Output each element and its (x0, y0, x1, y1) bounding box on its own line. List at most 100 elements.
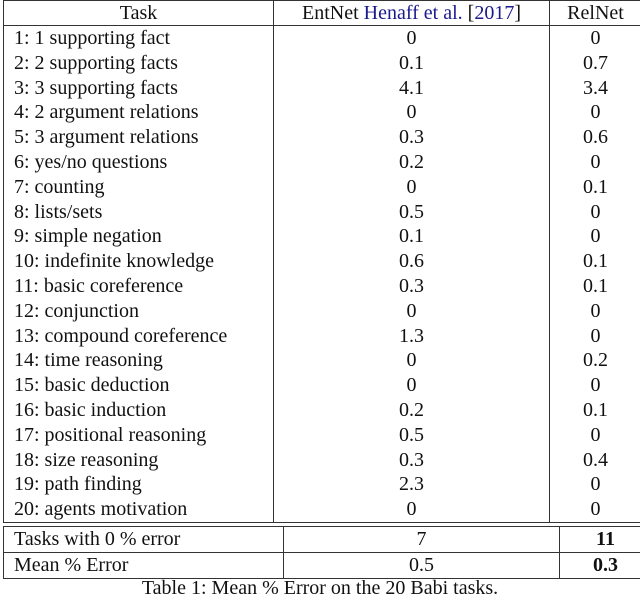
relnet-error: 0.6 (549, 125, 640, 150)
task-name: 20: agents motivation (14, 498, 188, 521)
task-name: 7: counting (14, 175, 105, 198)
task-name: 16: basic induction (14, 398, 167, 421)
entnet-error: 2.3 (273, 472, 550, 498)
results-table: Task EntNet Henaff et al. [2017] RelNet … (3, 0, 640, 579)
table-row: 15: basic deduction 0 0 (4, 373, 640, 398)
entnet-error: 0.2 (273, 397, 550, 423)
relnet-error: 0 (549, 199, 640, 225)
relnet-error: 0.7 (549, 50, 640, 76)
header-entnet-label: EntNet (301, 2, 364, 24)
table-row: 13: compound coreference 1.3 0 (4, 323, 640, 349)
relnet-error: 0 (549, 298, 640, 324)
relnet-error: 0.1 (549, 249, 640, 274)
table-row: 9: simple negation 0.1 0 (4, 224, 640, 250)
table-row: 6: yes/no questions 0.2 0 (4, 149, 640, 175)
entnet-error: 0.6 (273, 249, 550, 274)
header-relnet: RelNet (549, 0, 640, 26)
summary-label: Tasks with 0 % error (14, 527, 181, 550)
relnet-error: 0 (549, 323, 640, 349)
summary-table: Tasks with 0 % error 7 11 Mean % Error 0… (3, 525, 640, 579)
table-row: 8: lists/sets 0.5 0 (4, 199, 640, 225)
relnet-error: 0.1 (549, 397, 640, 423)
entnet-error: 0.1 (273, 50, 550, 76)
relnet-error: 0.3 (559, 551, 640, 579)
summary-row: Mean % Error 0.5 0.3 (3, 551, 640, 579)
relnet-error: 3.4 (549, 75, 640, 101)
task-name: 6: yes/no questions (14, 150, 168, 173)
relnet-error: 0.2 (549, 348, 640, 374)
table-row: 1: 1 supporting fact 0 0 (4, 25, 640, 51)
table-row: 18: size reasoning 0.3 0.4 (4, 447, 640, 473)
relnet-error: 0 (549, 497, 640, 523)
entnet-error: 0 (273, 373, 550, 398)
entnet-error: 0 (273, 497, 550, 523)
task-name: 3: 3 supporting facts (14, 76, 178, 99)
entnet-error: 0 (273, 25, 550, 51)
citation-bracket-open: [ (462, 2, 475, 24)
task-rows: 1: 1 supporting fact 0 0 2: 2 supporting… (4, 25, 640, 523)
task-name: 19: path finding (14, 473, 142, 496)
table-row: 5: 3 argument relations 0.3 0.6 (4, 125, 640, 150)
entnet-error: 0.3 (273, 125, 550, 150)
entnet-error: 7 (283, 526, 560, 553)
table-row: 12: conjunction 0 0 (4, 298, 640, 324)
task-name: 11: basic coreference (14, 274, 184, 297)
entnet-error: 0 (273, 348, 550, 374)
task-name: 18: size reasoning (14, 448, 159, 471)
summary-label: Mean % Error (3, 551, 284, 579)
relnet-error: 0 (549, 373, 640, 398)
entnet-error: 0.3 (273, 273, 550, 299)
table-row: 16: basic induction 0.2 0.1 (4, 397, 640, 423)
task-name: 10: indefinite knowledge (14, 250, 214, 273)
table-row: 11: basic coreference 0.3 0.1 (4, 273, 640, 299)
task-name: 2: 2 supporting facts (14, 51, 178, 74)
header-task: Task (3, 0, 274, 26)
entnet-error: 0.5 (273, 422, 550, 448)
task-name: 13: compound coreference (14, 324, 228, 347)
task-name: 8: lists/sets (14, 200, 103, 223)
task-name: 9: simple negation (14, 225, 162, 248)
entnet-error: 4.1 (273, 75, 550, 101)
table-row: 10: indefinite knowledge 0.6 0.1 (4, 249, 640, 274)
citation-bracket-close: ] (514, 2, 522, 24)
entnet-error: 0.5 (273, 199, 550, 225)
relnet-error: 0.4 (549, 447, 640, 473)
entnet-error: 0.5 (283, 551, 560, 579)
table-row: 4: 2 argument relations 0 0 (4, 100, 640, 126)
entnet-error: 0.2 (273, 149, 550, 175)
relnet-error: 0 (549, 472, 640, 498)
entnet-error: 0 (273, 174, 550, 200)
task-name: 5: 3 argument relations (14, 126, 199, 149)
citation-link-authors[interactable]: Henaff et al. (364, 2, 463, 24)
entnet-error: 0.3 (273, 447, 550, 473)
task-name: 1: 1 supporting fact (14, 27, 171, 49)
citation-link-year[interactable]: 2017 (474, 2, 514, 24)
table-row: 2: 2 supporting facts 0.1 0.7 (4, 50, 640, 76)
table-row: 19: path finding 2.3 0 (4, 472, 640, 498)
relnet-error: 11 (559, 526, 640, 553)
relnet-error: 0 (549, 100, 640, 126)
summary-row: Tasks with 0 % error 7 11 (4, 526, 640, 553)
entnet-error: 1.3 (273, 323, 550, 349)
task-name: 17: positional reasoning (14, 423, 207, 446)
relnet-error: 0 (549, 25, 640, 51)
table-row: 17: positional reasoning 0.5 0 (4, 422, 640, 448)
table-row: 20: agents motivation 0 0 (4, 497, 640, 523)
entnet-error: 0 (273, 298, 550, 324)
entnet-error: 0.1 (273, 224, 550, 250)
header-row: Task EntNet Henaff et al. [2017] RelNet (3, 0, 640, 26)
table-row: 3: 3 supporting facts 4.1 3.4 (4, 75, 640, 101)
relnet-error: 0 (549, 422, 640, 448)
relnet-error: 0 (549, 224, 640, 250)
task-name: 4: 2 argument relations (14, 101, 199, 124)
table-row: 7: counting 0 0.1 (4, 174, 640, 200)
task-name: 15: basic deduction (14, 374, 170, 397)
task-name: 12: conjunction (14, 299, 139, 322)
relnet-error: 0.1 (549, 174, 640, 200)
entnet-error: 0 (273, 100, 550, 126)
table-caption: Table 1: Mean % Error on the 20 Babi tas… (141, 577, 499, 599)
table-row: 14: time reasoning 0 0.2 (4, 348, 640, 374)
task-name: 14: time reasoning (14, 349, 163, 372)
header-entnet: EntNet Henaff et al. [2017] (273, 0, 550, 26)
relnet-error: 0 (549, 149, 640, 175)
